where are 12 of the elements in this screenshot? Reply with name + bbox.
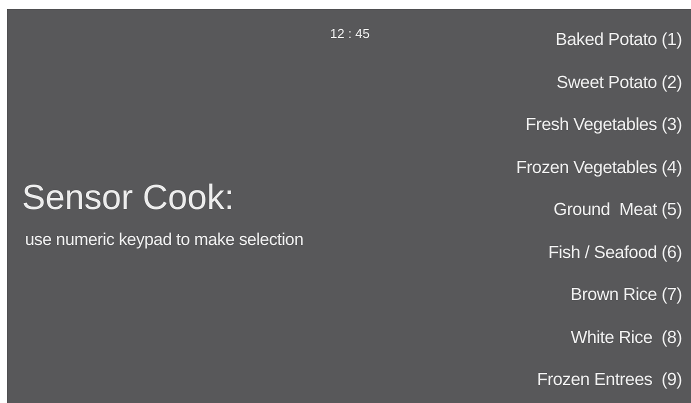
menu-option: Brown Rice (7)	[570, 282, 682, 306]
menu-option: White Rice (8)	[570, 324, 682, 348]
instruction-text: use numeric keypad to make selection	[24, 228, 304, 250]
menu-option: Frozen Entrees (9)	[536, 367, 682, 391]
menu-option: Sweet Potato (2)	[556, 70, 682, 94]
clock-time: 12 : 45	[330, 25, 370, 43]
menu-option: Fish / Seafood (6)	[548, 240, 682, 264]
menu-option: Ground Meat (5)	[554, 197, 682, 221]
screen-title: Sensor Cook:	[22, 179, 236, 218]
menu-option: Frozen Vegetables (4)	[516, 154, 682, 178]
menu-option: Fresh Vegetables (3)	[526, 112, 682, 136]
menu-option: Baked Potato (1)	[555, 27, 682, 51]
